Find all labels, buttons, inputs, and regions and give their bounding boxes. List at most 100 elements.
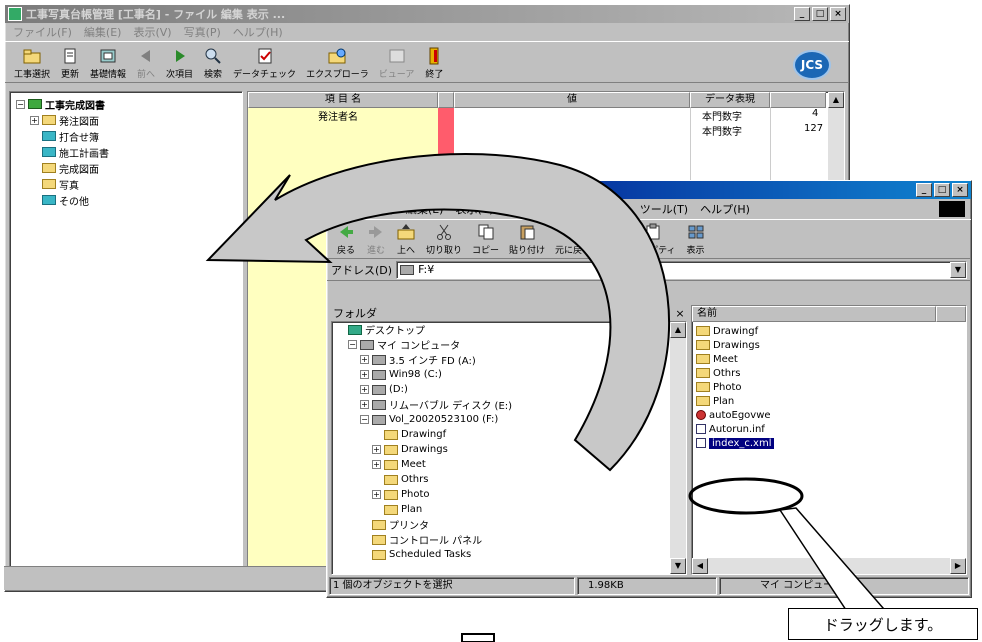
toolbar-project-button[interactable]: 工事選択 <box>9 44 55 80</box>
folder-tree-item[interactable]: +3.5 インチ FD (A:) <box>332 352 686 367</box>
file-list-item[interactable]: Othrs <box>696 366 966 380</box>
folder-tree-scrollbar[interactable]: ▲ ▼ <box>670 322 686 574</box>
close-button[interactable]: × <box>830 7 846 21</box>
toolbar-check-button[interactable]: データチェック <box>228 44 301 80</box>
folder-tree-item[interactable]: + Meet <box>332 457 686 472</box>
tree-item[interactable]: + 発注図面 <box>16 112 236 128</box>
explorer-title-bar[interactable]: エクスプローラ - Vol_20020523100 (F:) _ □ × <box>327 181 971 199</box>
menu-help[interactable]: ヘルプ(H) <box>227 24 289 40</box>
address-input[interactable]: F:¥ ▼ <box>396 260 967 279</box>
toolbar-prev-button[interactable]: 前へ <box>131 44 161 80</box>
col-header-flag[interactable] <box>438 92 454 108</box>
close-pane-button[interactable]: × <box>673 307 687 320</box>
expand-toggle[interactable]: + <box>372 490 381 499</box>
folder-tree-item[interactable]: − マイ コンピュータ <box>332 337 686 352</box>
menu-edit[interactable]: 編集(E) <box>78 24 128 40</box>
menu-tools[interactable]: ツール(T) <box>634 201 694 217</box>
scroll-right-button[interactable]: ▶ <box>950 558 966 574</box>
minimize-button[interactable]: _ <box>916 183 932 197</box>
folder-tree-item[interactable]: + Win98 (C:) <box>332 367 686 382</box>
toolbar-exit-button[interactable]: 終了 <box>419 44 449 80</box>
menu-view[interactable]: 表示(V) <box>449 201 499 217</box>
collapse-toggle[interactable]: − <box>360 415 369 424</box>
menu-help[interactable]: ヘルプ(H) <box>694 201 756 217</box>
tree-root[interactable]: − 工事完成図書 <box>16 96 236 112</box>
scroll-up-button[interactable]: ▲ <box>670 322 686 338</box>
close-button[interactable]: × <box>952 183 968 197</box>
expand-toggle[interactable]: + <box>372 445 381 454</box>
expand-toggle[interactable]: + <box>360 355 369 364</box>
expand-toggle[interactable]: + <box>360 400 369 409</box>
properties-button[interactable]: プロパティ <box>626 220 680 256</box>
folder-tree-item[interactable]: Othrs <box>332 472 686 487</box>
tree-item[interactable]: 完成図面 <box>16 160 236 176</box>
folder-tree-item[interactable]: + (D:) <box>332 382 686 397</box>
file-list-item[interactable]: Drawings <box>696 338 966 352</box>
horizontal-scrollbar[interactable]: ◀ ▶ <box>692 558 966 574</box>
up-button[interactable]: 上へ <box>391 220 421 256</box>
copy-button[interactable]: コピー <box>467 220 504 256</box>
toolbar-search-button[interactable]: 検索 <box>198 44 228 80</box>
col-header-type[interactable]: データ表現 <box>690 92 770 108</box>
collapse-toggle[interactable]: − <box>348 340 357 349</box>
folder-tree-item[interactable]: Scheduled Tasks <box>332 547 686 562</box>
folder-tree-item[interactable]: Plan <box>332 502 686 517</box>
views-button[interactable]: 表示 <box>681 220 711 256</box>
folder-tree-item[interactable]: プリンタ <box>332 517 686 532</box>
menu-file[interactable]: ファイル(F) <box>329 201 400 217</box>
table-row[interactable]: 発注者名 本門数字 4 <box>248 108 830 123</box>
col-header-name[interactable]: 項 目 名 <box>248 92 438 108</box>
tree-item[interactable]: その他 <box>16 192 236 208</box>
tree-item[interactable]: 打合せ簿 <box>16 128 236 144</box>
maximize-button[interactable]: □ <box>812 7 828 21</box>
menu-photo[interactable]: 写真(P) <box>178 24 227 40</box>
expand-toggle[interactable]: + <box>30 115 39 125</box>
file-list-item[interactable]: Drawingf <box>696 324 966 338</box>
menu-edit[interactable]: 編集(E) <box>400 201 450 217</box>
table-row[interactable]: 本門数字 127 <box>248 123 830 138</box>
folder-tree-item[interactable]: Drawingf <box>332 427 686 442</box>
address-dropdown-button[interactable]: ▼ <box>950 261 966 278</box>
folder-tree-item[interactable]: + リムーバブル ディスク (E:) <box>332 397 686 412</box>
minimize-button[interactable]: _ <box>794 7 810 21</box>
paste-button[interactable]: 貼り付け <box>504 220 550 256</box>
folder-tree-item[interactable]: + Photo <box>332 487 686 502</box>
file-list-item[interactable]: Autorun.inf <box>696 422 966 436</box>
file-list-item[interactable]: Plan <box>696 394 966 408</box>
file-list-item[interactable]: autoEgovwe <box>696 408 966 422</box>
forward-button[interactable]: 進む <box>361 220 391 256</box>
delete-button[interactable]: 削除 <box>596 220 626 256</box>
toolbar-refresh-button[interactable]: 更新 <box>55 44 85 80</box>
back-button[interactable]: 戻る <box>331 220 361 256</box>
file-list-item[interactable]: Meet <box>696 352 966 366</box>
file-list-item[interactable]: Photo <box>696 380 966 394</box>
folder-tree-item[interactable]: コントロール パネル <box>332 532 686 547</box>
col-header-name[interactable]: 名前 <box>692 306 936 322</box>
col-header-size[interactable] <box>936 306 966 322</box>
toolbar-info-button[interactable]: 基礎情報 <box>85 44 131 80</box>
scroll-down-button[interactable]: ▼ <box>670 558 686 574</box>
menu-go[interactable]: 移動(G) <box>500 201 551 217</box>
undo-button[interactable]: 元に戻す <box>550 220 596 256</box>
scroll-left-button[interactable]: ◀ <box>692 558 708 574</box>
collapse-toggle[interactable]: − <box>16 99 25 109</box>
scroll-up-button[interactable]: ▲ <box>828 92 844 108</box>
menu-favorites[interactable]: お気に入り(A) <box>551 201 634 217</box>
maximize-button[interactable]: □ <box>934 183 950 197</box>
toolbar-next-button[interactable]: 次項目 <box>161 44 198 80</box>
main-title-bar[interactable]: 工事写真台帳管理 [工事名] - ファイル 編集 表示 ... _ □ × <box>5 5 849 23</box>
folder-tree-item[interactable]: − Vol_20020523100 (F:) <box>332 412 686 427</box>
col-header-num[interactable] <box>770 92 826 108</box>
toolbar-explorer-button[interactable]: エクスプローラ <box>301 44 374 80</box>
expand-toggle[interactable]: + <box>360 370 369 379</box>
folder-tree-item[interactable]: デスクトップ <box>332 322 686 337</box>
file-list-item[interactable]: index_c.xml <box>696 436 966 450</box>
col-header-value[interactable]: 値 <box>454 92 690 108</box>
folder-tree-item[interactable]: + Drawings <box>332 442 686 457</box>
tree-item[interactable]: 施工計画書 <box>16 144 236 160</box>
expand-toggle[interactable]: + <box>372 460 381 469</box>
menu-view[interactable]: 表示(V) <box>127 24 177 40</box>
toolbar-viewer-button[interactable]: ビューア <box>374 44 420 80</box>
tree-item[interactable]: 写真 <box>16 176 236 192</box>
cut-button[interactable]: 切り取り <box>421 220 467 256</box>
